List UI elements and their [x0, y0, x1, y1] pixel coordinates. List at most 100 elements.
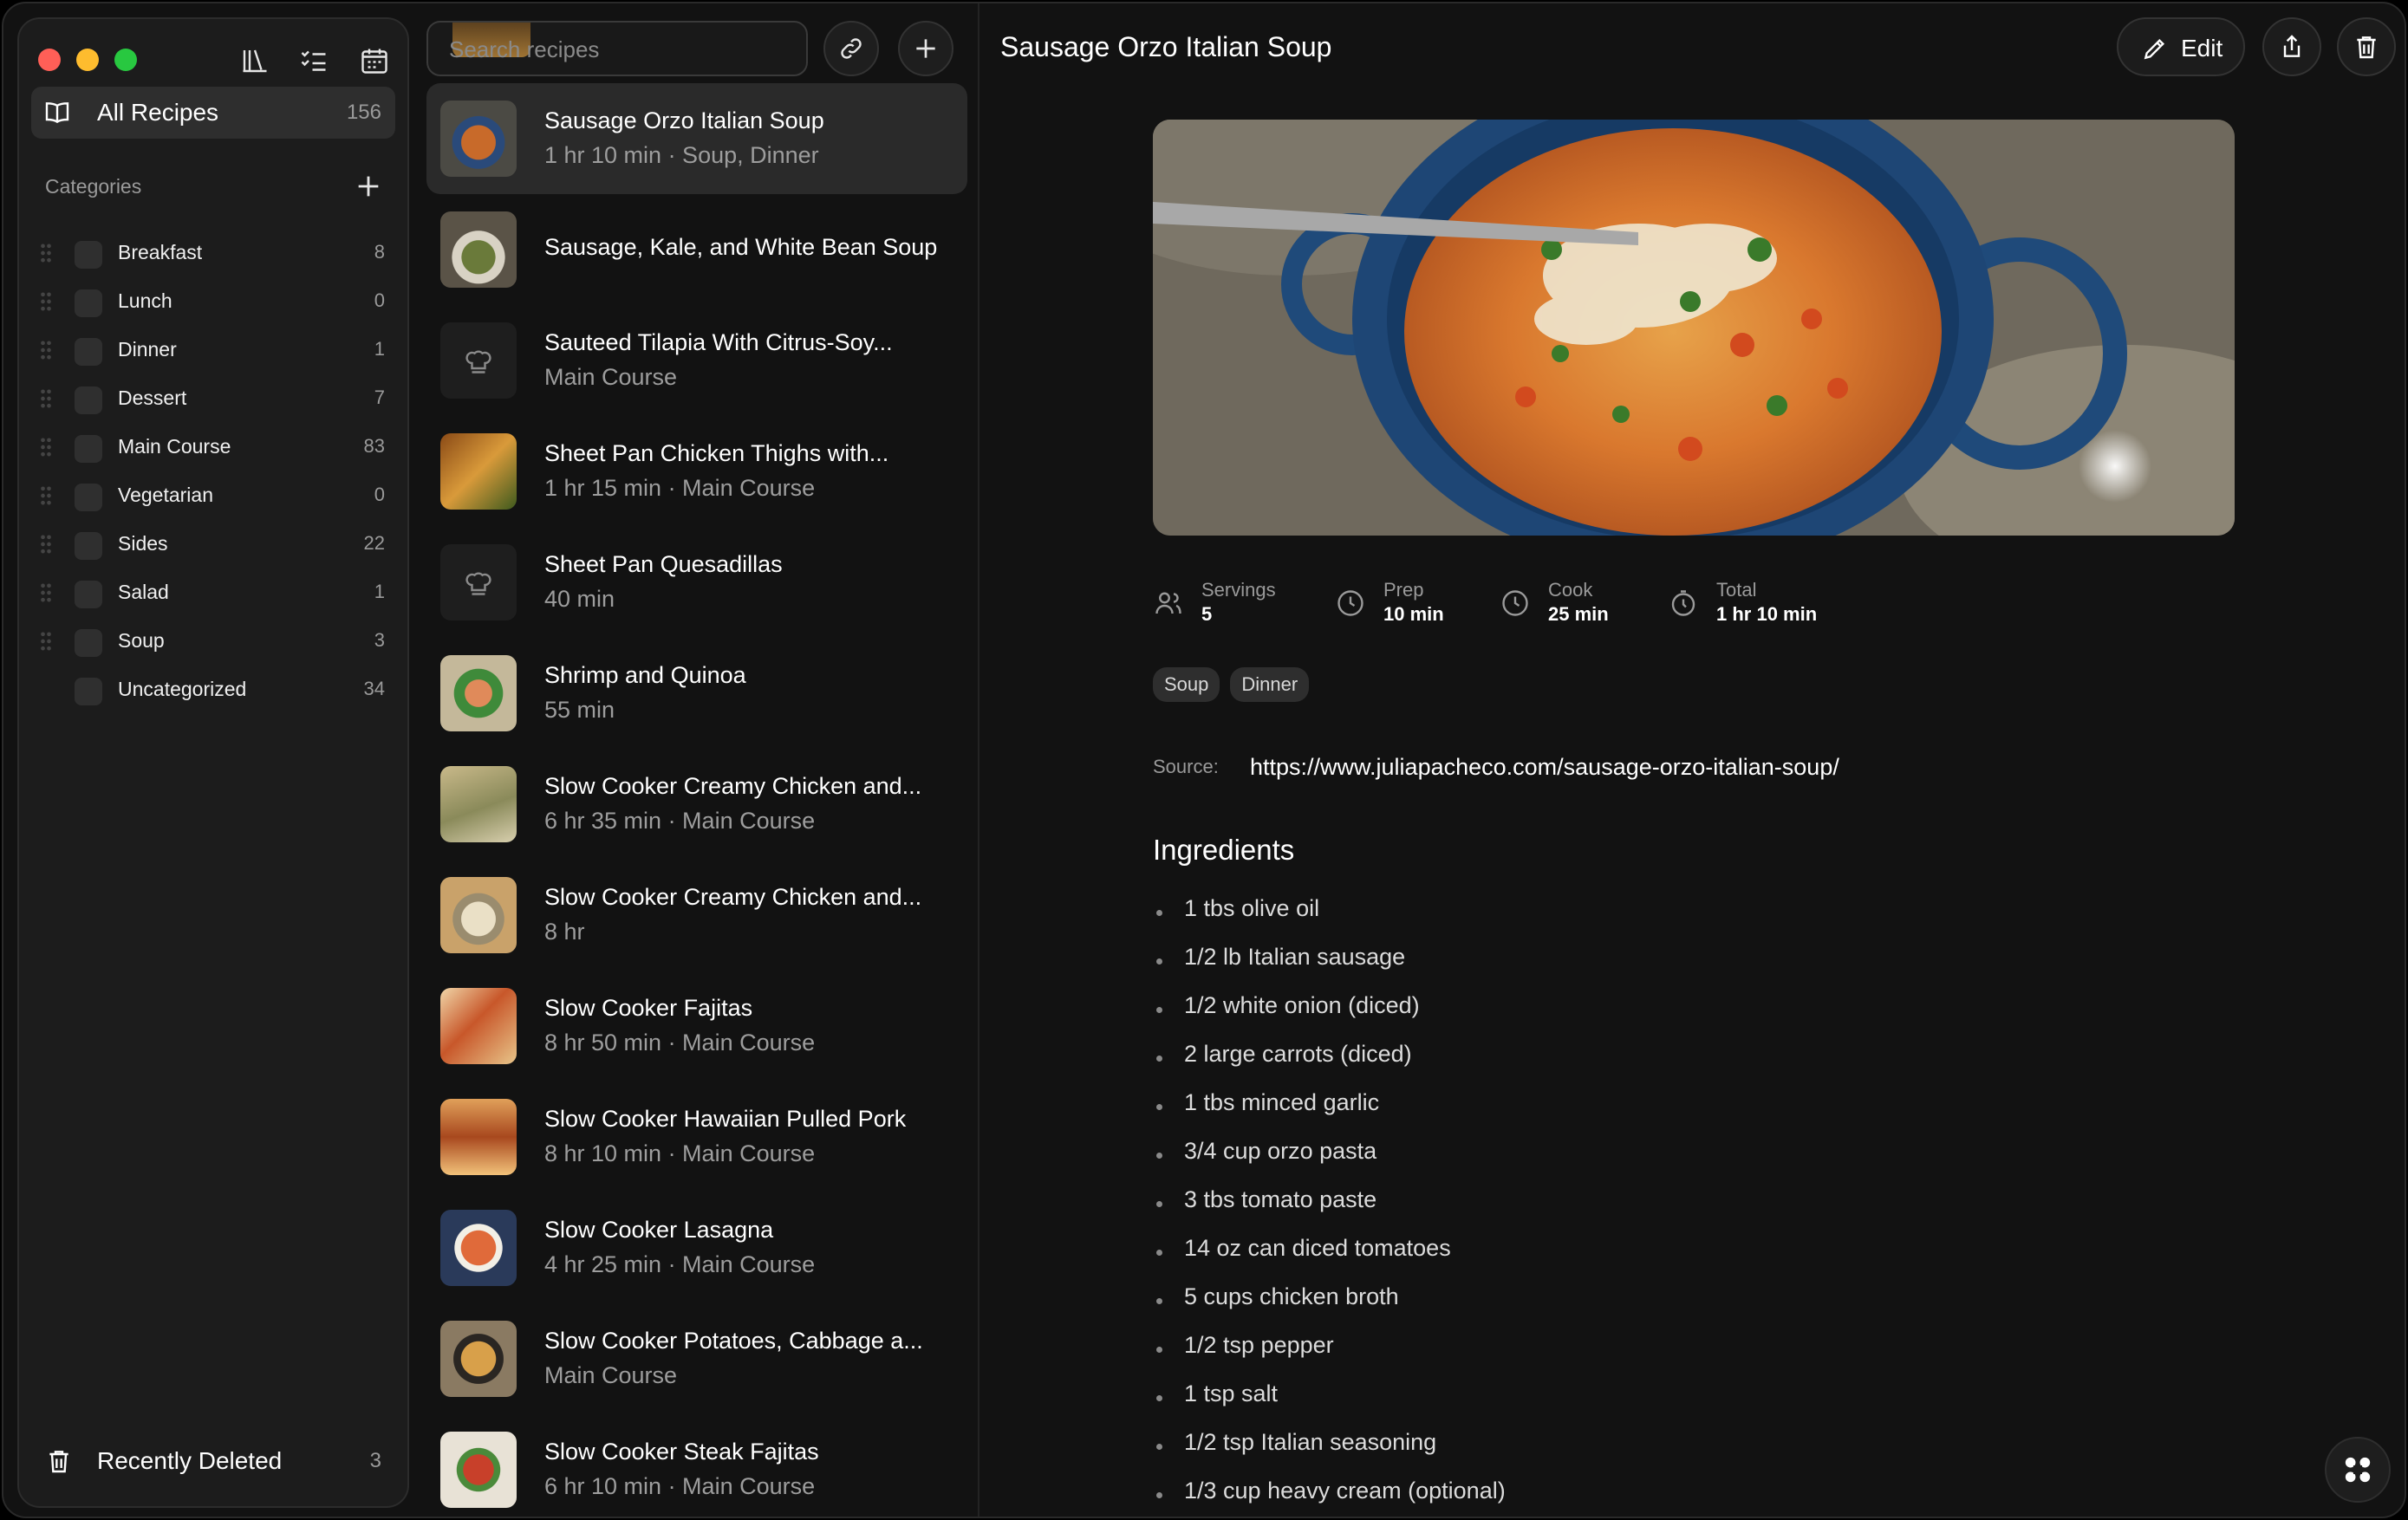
calendar-icon[interactable] [359, 45, 390, 76]
sidebar-item-dessert[interactable]: Dessert 7 [19, 374, 411, 423]
stat-label: Servings [1201, 579, 1276, 601]
ingredient-item: 3/4 cup orzo pasta [1153, 1127, 2020, 1175]
recipe-list-item[interactable]: Slow Cooker Potatoes, Cabbage a... Main … [426, 1303, 967, 1414]
delete-button[interactable] [2337, 17, 2396, 76]
recipe-subtitle: 8 hr 10 min · Main Course [544, 1140, 816, 1166]
sidebar-item-lunch[interactable]: Lunch 0 [19, 277, 411, 326]
sidebar-item-breakfast[interactable]: Breakfast 8 [19, 229, 411, 277]
category-swatch [75, 289, 102, 317]
recipe-list-item[interactable]: Sausage Orzo Italian Soup 1 hr 10 min · … [426, 83, 967, 194]
sidebar-item-main-course[interactable]: Main Course 83 [19, 423, 411, 471]
drag-handle-icon[interactable] [40, 485, 52, 506]
recipe-tags: Soup Dinner [1153, 667, 1310, 702]
recipe-subtitle: 6 hr 10 min · Main Course [544, 1473, 816, 1499]
recipe-stats: Servings 5 Prep 10 min Cook 25 min Total… [1153, 577, 2020, 629]
drag-handle-icon[interactable] [40, 437, 52, 458]
library-icon[interactable] [239, 45, 270, 76]
add-recipe-button[interactable] [898, 21, 953, 76]
ingredient-item: 14 oz can diced tomatoes [1153, 1224, 2020, 1272]
share-button[interactable] [2262, 17, 2321, 76]
sidebar-item-count: 156 [346, 101, 381, 124]
category-count: 8 [374, 241, 385, 263]
sidebar-item-dinner[interactable]: Dinner 1 [19, 326, 411, 374]
ingredient-item: 1 tbs olive oil [1153, 884, 2020, 932]
sidebar-item-all-recipes[interactable]: All Recipes 156 [31, 87, 395, 139]
recipe-thumbnail-placeholder [440, 544, 517, 620]
category-label: Uncategorized [118, 678, 247, 700]
recipe-thumbnail [440, 766, 517, 842]
sidebar: All Recipes 156 Categories Breakfast 8 L… [17, 17, 409, 1508]
drag-handle-icon[interactable] [40, 340, 52, 361]
recipe-detail-title: Sausage Orzo Italian Soup [1000, 31, 1332, 62]
cook-mode-button[interactable] [2325, 1437, 2391, 1503]
recipe-list-item[interactable]: Slow Cooker Creamy Chicken and... 6 hr 3… [426, 749, 967, 860]
drag-handle-icon[interactable] [40, 534, 52, 555]
minimize-window-button[interactable] [76, 49, 99, 71]
category-swatch [75, 678, 102, 705]
recipe-list-item[interactable]: Slow Cooker Fajitas 8 hr 50 min · Main C… [426, 971, 967, 1082]
drag-handle-icon[interactable] [40, 582, 52, 603]
recipe-list-item[interactable]: Slow Cooker Hawaiian Pulled Pork 8 hr 10… [426, 1082, 967, 1192]
recipe-thumbnail [440, 1210, 517, 1286]
drag-handle-icon[interactable] [40, 243, 52, 263]
import-link-button[interactable] [823, 21, 879, 76]
recipe-list-item[interactable]: Slow Cooker Creamy Chicken and... 8 hr [426, 860, 967, 971]
sidebar-item-sides[interactable]: Sides 22 [19, 520, 411, 568]
recipe-subtitle: Main Course [544, 1362, 678, 1388]
stat-value: 10 min [1383, 603, 1444, 625]
trash-icon [2357, 36, 2376, 59]
recipe-title: Slow Cooker Steak Fajitas [544, 1439, 819, 1465]
recipe-list-item[interactable]: Sausage, Kale, and White Bean Soup [426, 194, 967, 305]
people-icon [1155, 592, 1181, 614]
search-placeholder: Search recipes [449, 36, 600, 62]
sidebar-item-salad[interactable]: Salad 1 [19, 568, 411, 617]
tag-dinner[interactable]: Dinner [1230, 667, 1310, 702]
drag-handle-icon[interactable] [40, 291, 52, 312]
sidebar-item-vegetarian[interactable]: Vegetarian 0 [19, 471, 411, 520]
sidebar-item-soup[interactable]: Soup 3 [19, 617, 411, 666]
search-input[interactable]: Search recipes [426, 21, 808, 76]
recipe-list-item[interactable]: Sheet Pan Quesadillas 40 min [426, 527, 967, 638]
recipe-list-column: Search recipes Sausage Orzo Italian Soup… [411, 3, 979, 1517]
category-list: Breakfast 8 Lunch 0 Dinner 1 Dessert 7 M… [19, 229, 411, 714]
recipe-title: Slow Cooker Hawaiian Pulled Pork [544, 1106, 907, 1132]
recipe-list-item[interactable]: Slow Cooker Lasagna 4 hr 25 min · Main C… [426, 1192, 967, 1303]
stat-value: 1 hr 10 min [1716, 603, 1818, 625]
category-label: Breakfast [118, 241, 203, 263]
checklist-icon[interactable] [298, 45, 329, 76]
recipe-subtitle: 4 hr 25 min · Main Course [544, 1251, 816, 1277]
category-label: Dessert [118, 386, 187, 409]
share-icon [2283, 35, 2301, 57]
category-count: 83 [363, 435, 385, 457]
recipe-subtitle: 1 hr 10 min · Soup, Dinner [544, 142, 819, 168]
recipe-subtitle: 1 hr 15 min · Main Course [544, 475, 816, 501]
edit-button[interactable]: Edit [2117, 17, 2245, 76]
add-category-icon[interactable] [354, 172, 383, 201]
stat-label: Prep [1383, 579, 1424, 601]
source-link[interactable]: https://www.juliapacheco.com/sausage-orz… [1250, 754, 1839, 781]
recipe-thumbnail [440, 1432, 517, 1508]
ingredient-item: 1 tbs minced garlic [1153, 1078, 2020, 1127]
recipe-list-item[interactable]: Sheet Pan Chicken Thighs with... 1 hr 15… [426, 416, 967, 527]
pencil-icon [2144, 38, 2165, 60]
tag-soup[interactable]: Soup [1153, 667, 1220, 702]
drag-handle-icon[interactable] [40, 631, 52, 652]
recipe-list-item[interactable]: Slow Cooker Steak Fajitas 6 hr 10 min · … [426, 1414, 967, 1517]
recipe-list-item[interactable]: Shrimp and Quinoa 55 min [426, 638, 967, 749]
recipe-title: Shrimp and Quinoa [544, 662, 746, 688]
zoom-window-button[interactable] [114, 49, 137, 71]
recipe-title: Slow Cooker Lasagna [544, 1217, 774, 1243]
recipe-thumbnail [440, 988, 517, 1064]
sidebar-item-recently-deleted[interactable]: Recently Deleted 3 [31, 1435, 395, 1487]
ingredient-item: 1/2 tsp pepper [1153, 1321, 2020, 1369]
close-window-button[interactable] [38, 49, 61, 71]
recipe-list-item[interactable]: Sauteed Tilapia With Citrus-Soy... Main … [426, 305, 967, 416]
sidebar-item-label: All Recipes [97, 99, 219, 126]
stat-label: Total [1716, 579, 1757, 601]
stat-label: Cook [1548, 579, 1593, 601]
drag-handle-icon[interactable] [40, 388, 52, 409]
ingredients-heading: Ingredients [1153, 834, 1295, 866]
sidebar-item-uncategorized[interactable]: Uncategorized 34 [19, 666, 411, 714]
ingredient-item: 5 cups chicken broth [1153, 1272, 2020, 1321]
recipe-title: Sheet Pan Quesadillas [544, 551, 783, 577]
